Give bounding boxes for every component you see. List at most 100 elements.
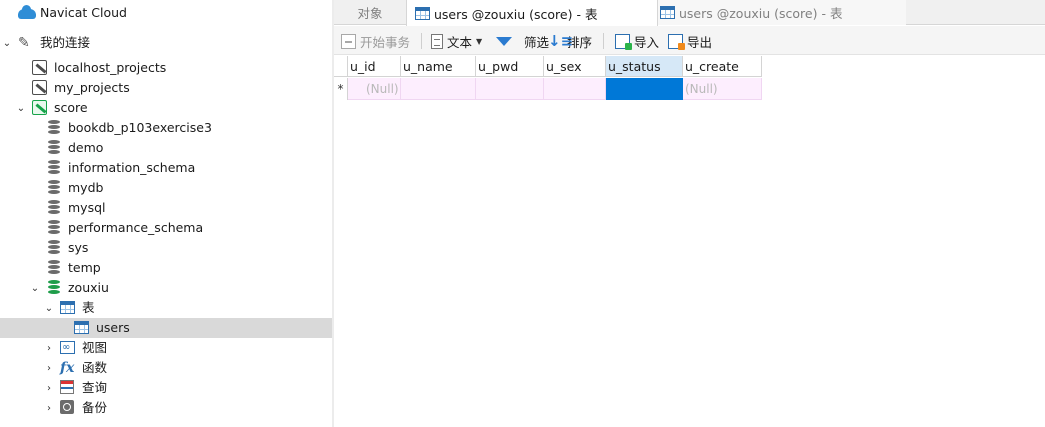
- database-icon: [46, 140, 62, 156]
- button-label: 导出: [687, 34, 713, 50]
- grid-cell[interactable]: (Null): [683, 78, 762, 100]
- tree-item-database[interactable]: information_schema: [0, 158, 332, 178]
- tree-item-connection-score[interactable]: ⌄ score: [0, 98, 332, 118]
- chevron-right-icon[interactable]: ›: [43, 338, 55, 358]
- tree-item-database[interactable]: mydb: [0, 178, 332, 198]
- tree-item-database[interactable]: bookdb_p103exercise3: [0, 118, 332, 138]
- tree-item-database[interactable]: performance_schema: [0, 218, 332, 238]
- tree-item-connection[interactable]: localhost_projects: [0, 58, 332, 78]
- column-header-selected[interactable]: u_status: [606, 56, 683, 77]
- filter-icon: [496, 36, 512, 46]
- filter-button[interactable]: 筛选: [496, 32, 549, 50]
- tree-label: my_projects: [54, 80, 130, 95]
- chevron-right-icon[interactable]: ›: [43, 378, 55, 398]
- export-button[interactable]: 导出: [668, 32, 712, 50]
- database-icon: [46, 260, 62, 276]
- database-icon: [46, 220, 62, 236]
- tree-item-functions[interactable]: › fx 函数: [0, 358, 332, 378]
- function-icon: fx: [60, 360, 75, 376]
- chevron-right-icon[interactable]: ›: [43, 358, 55, 378]
- tree-label: 视图: [82, 340, 108, 355]
- tree-item-connection[interactable]: my_projects: [0, 78, 332, 98]
- database-open-icon: [46, 280, 62, 296]
- toolbar-divider: [421, 33, 422, 49]
- database-icon: [46, 120, 62, 136]
- document-icon: [431, 33, 443, 49]
- grid-cell[interactable]: [476, 78, 544, 100]
- table-icon: [660, 6, 675, 19]
- column-header[interactable]: u_name: [401, 56, 476, 77]
- tree-item-tables[interactable]: ⌄ 表: [0, 298, 332, 318]
- column-header[interactable]: u_id: [348, 56, 401, 77]
- chevron-down-icon[interactable]: ⌄: [15, 98, 27, 118]
- tree-label: bookdb_p103exercise3: [68, 120, 212, 135]
- chevron-down-icon[interactable]: ⌄: [1, 33, 13, 53]
- database-icon: [46, 160, 62, 176]
- grid-cell[interactable]: [544, 78, 606, 100]
- tab-label: users @zouxiu (score) - 表: [679, 6, 843, 21]
- connection-icon: [32, 80, 48, 96]
- navicat-window: Navicat Cloud ⌄ ✎ 我的连接 localhost_project…: [0, 0, 1045, 427]
- tree-item-views[interactable]: › 视图: [0, 338, 332, 358]
- tree-item-navicat-cloud[interactable]: Navicat Cloud: [0, 3, 332, 23]
- chevron-right-icon[interactable]: ›: [43, 398, 55, 418]
- grid-cell-selected[interactable]: [606, 78, 683, 100]
- tree-item-database[interactable]: temp: [0, 258, 332, 278]
- tree-label: users: [96, 320, 130, 335]
- button-label: 导入: [634, 34, 660, 50]
- tree-item-backups[interactable]: › 备份: [0, 398, 332, 418]
- grid-cell[interactable]: [401, 78, 476, 100]
- tree-label: mydb: [68, 180, 104, 195]
- tree-item-database[interactable]: mysql: [0, 198, 332, 218]
- table-icon: [60, 300, 76, 316]
- sort-icon: ↓≡: [548, 31, 574, 50]
- tree-item-database[interactable]: sys: [0, 238, 332, 258]
- chevron-down-icon[interactable]: ⌄: [29, 278, 41, 298]
- sort-button[interactable]: ↓≡ 排序: [548, 32, 592, 50]
- tree-label: 查询: [82, 380, 108, 395]
- new-row-marker[interactable]: *: [334, 78, 348, 100]
- tree-label: 备份: [82, 400, 108, 415]
- tab-objects[interactable]: 对象: [334, 0, 406, 25]
- tree-label: performance_schema: [68, 220, 204, 235]
- tab-bar: 对象 users @zouxiu (score) - 表 users @zoux…: [334, 0, 1045, 26]
- chevron-down-icon[interactable]: ⌄: [43, 298, 55, 318]
- tree-item-my-connections[interactable]: ⌄ ✎ 我的连接: [0, 33, 332, 53]
- table-icon: [415, 6, 430, 20]
- database-icon: [46, 200, 62, 216]
- grid-corner[interactable]: [334, 56, 348, 77]
- button-label: 文本: [447, 34, 473, 50]
- column-header[interactable]: u_create: [683, 56, 762, 77]
- tree-label: Navicat Cloud: [40, 5, 127, 20]
- import-button[interactable]: 导入: [615, 32, 659, 50]
- transaction-icon: [341, 33, 356, 49]
- tab-label: 对象: [357, 6, 383, 21]
- tree-label: 我的连接: [40, 35, 91, 50]
- tree-item-table-users[interactable]: users: [0, 318, 332, 338]
- tab-label: users @zouxiu (score) - 表: [434, 6, 598, 22]
- query-icon: [60, 380, 76, 396]
- tree-label: 函数: [82, 360, 108, 375]
- backup-icon: [60, 400, 76, 416]
- tree-item-database-zouxiu[interactable]: ⌄ zouxiu: [0, 278, 332, 298]
- column-header[interactable]: u_sex: [544, 56, 606, 77]
- tree-item-database[interactable]: demo: [0, 138, 332, 158]
- plug-icon: ✎: [18, 35, 30, 51]
- table-icon: [74, 320, 90, 336]
- tree-label: sys: [68, 240, 89, 255]
- begin-transaction-button[interactable]: 开始事务: [341, 32, 410, 50]
- connection-open-icon: [32, 100, 48, 116]
- tab-users-table-active[interactable]: users @zouxiu (score) - 表: [406, 0, 658, 26]
- grid-cell[interactable]: (Null): [348, 78, 401, 100]
- toolbar-divider: [603, 33, 604, 49]
- tree-label: temp: [68, 260, 101, 275]
- grid-toolbar: 开始事务 文本 ▼ 筛选 ↓≡ 排序 导入 导出: [334, 26, 1045, 55]
- tab-users-table[interactable]: users @zouxiu (score) - 表: [658, 0, 906, 25]
- tree-item-queries[interactable]: › 查询: [0, 378, 332, 398]
- dropdown-arrow-icon[interactable]: ▼: [476, 37, 482, 46]
- tree-label: score: [54, 100, 88, 115]
- cloud-icon: [18, 5, 36, 21]
- tree-label: demo: [68, 140, 104, 155]
- column-header[interactable]: u_pwd: [476, 56, 544, 77]
- text-view-button[interactable]: 文本 ▼: [431, 32, 482, 50]
